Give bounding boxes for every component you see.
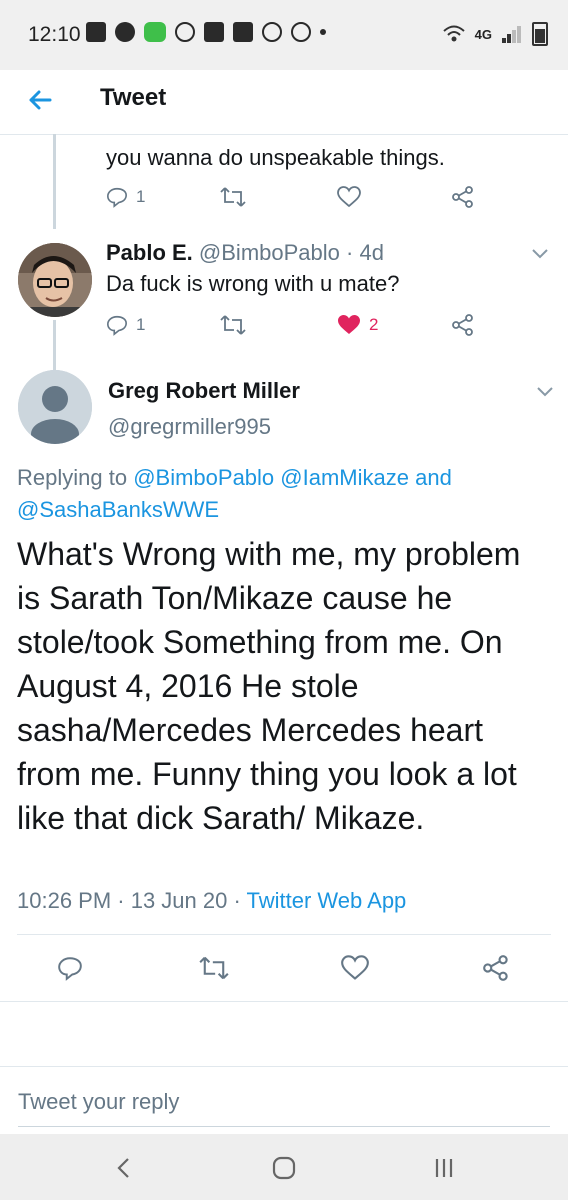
main-tweet-text: What's Wrong with me, my problem is Sara… (17, 536, 521, 836)
retweet-icon (199, 956, 229, 980)
reply-count: 1 (136, 315, 146, 334)
mention-link[interactable]: @IamMikaze (280, 465, 409, 490)
retweet-icon (220, 187, 246, 207)
profile-photo (18, 243, 92, 317)
reply-composer[interactable]: Tweet your reply (0, 1066, 568, 1135)
chevron-left-icon (117, 1158, 129, 1178)
page-title: Tweet (100, 84, 167, 111)
nav-recents-button[interactable] (424, 1148, 464, 1188)
display-name[interactable]: Greg Robert Miller (108, 378, 300, 404)
default-avatar-icon (18, 370, 92, 444)
wifi-icon (442, 25, 465, 42)
status-right: 4G (442, 22, 548, 46)
email-icon (86, 22, 106, 42)
system-nav-bar (0, 1134, 568, 1200)
message-icon (204, 22, 224, 42)
pinterest-icon (262, 22, 282, 42)
mention-link[interactable]: @BimboPablo (133, 465, 274, 490)
tweet-above[interactable]: you wanna do unspeakable things. 1 (0, 134, 568, 224)
back-arrow-icon[interactable] (24, 84, 56, 116)
like-button[interactable] (337, 186, 361, 208)
reply-button[interactable] (57, 955, 83, 981)
retweet-button[interactable] (199, 955, 229, 981)
signal-icon (502, 25, 522, 43)
share-icon (452, 314, 473, 336)
replying-and: and (415, 465, 452, 490)
like-count: 2 (369, 315, 379, 334)
reply-icon (58, 957, 82, 981)
share-button[interactable] (483, 955, 509, 981)
status-time: 12:10 (28, 23, 81, 46)
share-button[interactable] (452, 314, 474, 336)
more-notifications-icon (320, 29, 326, 35)
tweet-header: Pablo E. @BimboPablo · 4d (106, 240, 384, 266)
main-tweet-actions (0, 935, 568, 1002)
replying-to: Replying to @BimboPablo @IamMikaze and @… (17, 462, 547, 526)
battery-icon (532, 22, 548, 46)
chevron-down-icon[interactable] (535, 384, 555, 398)
reply-button[interactable]: 1 (106, 314, 145, 336)
tweet-pablo[interactable]: Pablo E. @BimboPablo · 4d Da fuck is wro… (0, 228, 568, 360)
timestamp: 10:26 PM · 13 Jun 20 · (17, 888, 241, 913)
replying-prefix: Replying to (17, 465, 128, 490)
facebook-icon (115, 22, 135, 42)
tweet-time: · 4d (346, 240, 384, 265)
retweet-button[interactable] (220, 186, 246, 208)
reply-icon (107, 315, 127, 336)
reply-count: 1 (136, 187, 146, 206)
avatar[interactable] (18, 243, 92, 317)
display-name[interactable]: Pablo E. (106, 240, 193, 265)
app-icon (144, 22, 166, 42)
tweet-text: Da fuck is wrong with u mate? (106, 271, 400, 296)
nav-back-button[interactable] (104, 1148, 144, 1188)
tweet-meta: 10:26 PM · 13 Jun 20 · Twitter Web App (17, 888, 406, 914)
input-underline (18, 1126, 550, 1127)
share-icon (483, 955, 508, 981)
like-button[interactable]: 2 (337, 314, 378, 336)
network-type: 4G (474, 26, 492, 42)
source-link[interactable]: Twitter Web App (247, 888, 407, 913)
chevron-down-icon[interactable] (530, 246, 550, 260)
youtube-icon (233, 22, 253, 42)
heart-icon (337, 186, 361, 208)
reply-button[interactable]: 1 (106, 186, 145, 208)
pinterest-icon (291, 22, 311, 42)
home-icon (272, 1156, 296, 1180)
reply-input[interactable]: Tweet your reply (18, 1089, 179, 1115)
heart-filled-icon (338, 315, 360, 334)
notification-icons (86, 22, 326, 42)
recents-icon (435, 1159, 453, 1177)
reply-icon (107, 187, 127, 208)
nav-home-button[interactable] (264, 1148, 304, 1188)
retweet-icon (220, 315, 246, 335)
mention-link[interactable]: @SashaBanksWWE (17, 497, 219, 522)
user-handle[interactable]: @BimboPablo (199, 240, 340, 265)
tweet-text: you wanna do unspeakable things. (106, 145, 445, 170)
like-button[interactable] (341, 955, 369, 981)
share-icon (452, 186, 473, 208)
share-button[interactable] (452, 186, 474, 208)
pinterest-icon (175, 22, 195, 42)
avatar[interactable] (18, 370, 92, 444)
top-bar: Tweet (0, 70, 568, 135)
user-handle[interactable]: @gregrmiller995 (108, 414, 271, 440)
retweet-button[interactable] (220, 314, 246, 336)
heart-icon (341, 955, 369, 980)
status-bar: 12:10 4G (0, 0, 568, 70)
